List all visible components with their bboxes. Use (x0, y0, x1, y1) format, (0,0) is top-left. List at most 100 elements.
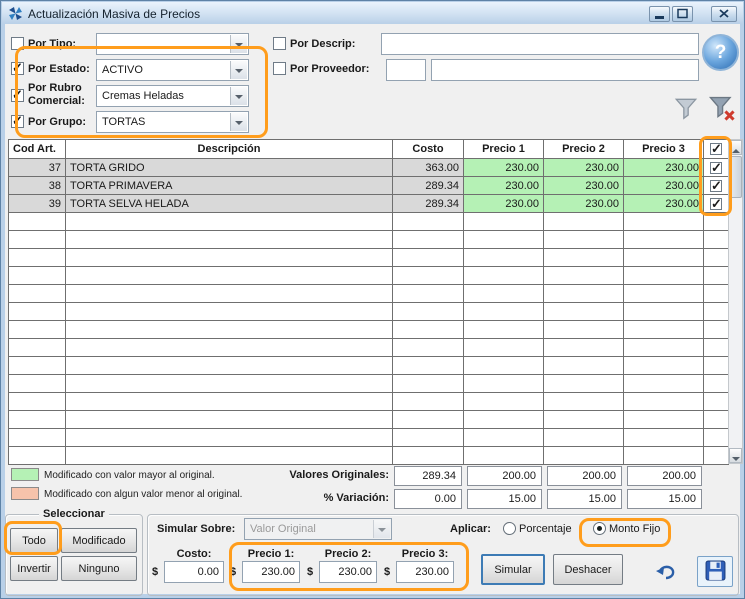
column-header[interactable]: Descripción (66, 140, 393, 159)
proveedor-name-input[interactable] (431, 59, 699, 81)
precio3-input[interactable] (396, 561, 454, 583)
cell (704, 429, 729, 447)
chevron-down-icon[interactable] (230, 35, 247, 53)
rubro-dropdown[interactable]: Cremas Heladas (96, 85, 249, 107)
cell (66, 375, 393, 393)
porcentaje-radio[interactable] (503, 522, 516, 535)
estado-dropdown[interactable]: ACTIVO (96, 59, 249, 81)
por-proveedor-checkbox[interactable] (273, 62, 286, 75)
cell[interactable]: 230.00 (544, 195, 624, 213)
row-checkbox[interactable] (710, 180, 722, 192)
cell[interactable]: 289.34 (393, 195, 464, 213)
column-header[interactable]: Cod Art. (9, 140, 66, 159)
por-rubro-checkbox[interactable] (11, 89, 24, 102)
cell[interactable]: 230.00 (624, 159, 704, 177)
descrip-input[interactable] (381, 33, 699, 55)
vertical-scrollbar[interactable] (728, 139, 743, 464)
cell (704, 231, 729, 249)
currency-label: $ (152, 566, 158, 578)
table-row[interactable]: 37TORTA GRIDO363.00230.00230.00230.00 (9, 159, 729, 177)
table-row[interactable]: 39TORTA SELVA HELADA289.34230.00230.0023… (9, 195, 729, 213)
column-header[interactable]: Costo (393, 140, 464, 159)
cell[interactable]: 230.00 (464, 159, 544, 177)
aplicar-label: Aplicar: (450, 523, 491, 535)
cell (9, 429, 66, 447)
cell[interactable]: 230.00 (624, 195, 704, 213)
cell[interactable]: 363.00 (393, 159, 464, 177)
por-tipo-checkbox[interactable] (11, 37, 24, 50)
table-row-empty (9, 357, 729, 375)
proveedor-code-input[interactable] (386, 59, 426, 81)
filter-icon[interactable] (673, 95, 699, 124)
row-checkbox[interactable] (710, 198, 722, 210)
scroll-up-icon[interactable] (729, 140, 742, 155)
save-icon[interactable] (697, 556, 733, 587)
cell (464, 285, 544, 303)
cell (464, 267, 544, 285)
column-header[interactable]: Precio 2 (544, 140, 624, 159)
cell (393, 321, 464, 339)
cell (624, 249, 704, 267)
undo-icon[interactable] (651, 559, 681, 587)
cell[interactable]: 230.00 (464, 195, 544, 213)
tipo-dropdown[interactable] (96, 33, 249, 55)
chevron-down-icon[interactable] (230, 87, 247, 105)
table-row-empty (9, 213, 729, 231)
row-checkbox[interactable] (710, 162, 722, 174)
por-descrip-checkbox[interactable] (273, 37, 286, 50)
scroll-down-icon[interactable] (729, 448, 742, 463)
cell (9, 375, 66, 393)
todo-button[interactable]: Todo (10, 528, 58, 553)
precio1-input[interactable] (242, 561, 300, 583)
grupo-dropdown[interactable]: TORTAS (96, 111, 249, 133)
precio2-input[interactable] (319, 561, 377, 583)
table-row[interactable]: 38TORTA PRIMAVERA289.34230.00230.00230.0… (9, 177, 729, 195)
column-header[interactable]: Precio 3 (624, 140, 704, 159)
cell[interactable]: 38 (9, 177, 66, 195)
cell[interactable]: TORTA PRIMAVERA (66, 177, 393, 195)
deshacer-button[interactable]: Deshacer (553, 554, 623, 585)
cell (9, 285, 66, 303)
por-grupo-label: Por Grupo: (28, 116, 86, 128)
modificado-button[interactable]: Modificado (61, 528, 137, 553)
cell[interactable]: 230.00 (544, 177, 624, 195)
table-row-empty (9, 267, 729, 285)
close-button[interactable] (711, 6, 737, 22)
cell[interactable]: TORTA SELVA HELADA (66, 195, 393, 213)
minimize-button[interactable] (649, 6, 670, 22)
simular-sobre-dropdown[interactable]: Valor Original (244, 518, 392, 540)
clear-filter-icon[interactable] (707, 93, 737, 126)
cell (704, 285, 729, 303)
cell (464, 429, 544, 447)
invertir-button[interactable]: Invertir (10, 556, 58, 581)
variacion-precio3-value: 15.00 (627, 489, 702, 509)
por-grupo-checkbox[interactable] (11, 115, 24, 128)
cell[interactable]: 289.34 (393, 177, 464, 195)
simular-button[interactable]: Simular (481, 554, 545, 585)
cell[interactable]: 39 (9, 195, 66, 213)
cell[interactable]: 230.00 (464, 177, 544, 195)
monto-fijo-radio-label[interactable]: Monto Fijo (609, 523, 660, 535)
precio1-field-label: Precio 1: (239, 548, 303, 560)
select-all-checkbox[interactable] (710, 143, 722, 155)
scrollbar-thumb[interactable] (729, 156, 742, 198)
chevron-down-icon[interactable] (230, 61, 247, 79)
cell[interactable]: TORTA GRIDO (66, 159, 393, 177)
monto-fijo-radio[interactable] (593, 522, 606, 535)
ninguno-button[interactable]: Ninguno (61, 556, 137, 581)
help-button[interactable]: ? (702, 34, 739, 71)
porcentaje-radio-label[interactable]: Porcentaje (519, 523, 572, 535)
cell (544, 267, 624, 285)
titlebar[interactable]: Actualización Masiva de Precios (2, 2, 743, 24)
cell (393, 285, 464, 303)
cell (624, 429, 704, 447)
cell[interactable]: 37 (9, 159, 66, 177)
cell[interactable]: 230.00 (624, 177, 704, 195)
maximize-button[interactable] (672, 6, 693, 22)
por-estado-checkbox[interactable] (11, 62, 24, 75)
column-header[interactable]: Precio 1 (464, 140, 544, 159)
costo-input[interactable] (164, 561, 224, 583)
cell[interactable]: 230.00 (544, 159, 624, 177)
cell (464, 411, 544, 429)
chevron-down-icon[interactable] (230, 113, 247, 131)
